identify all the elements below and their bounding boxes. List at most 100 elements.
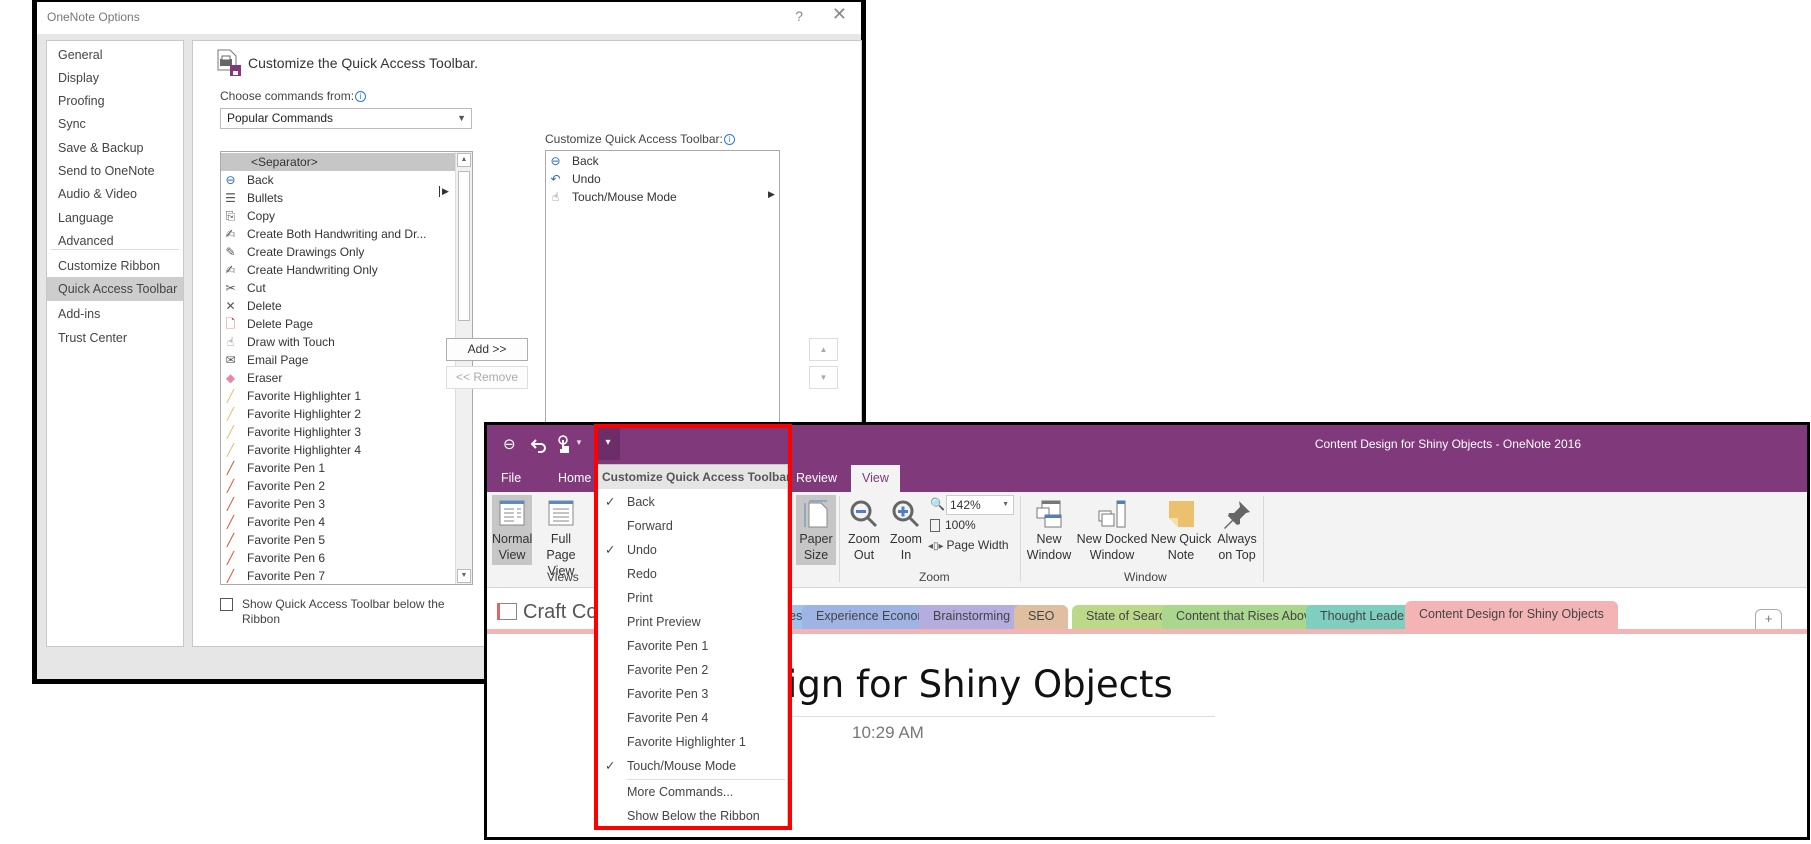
zoom-in-icon <box>892 500 920 528</box>
touch-mouse-mode-icon[interactable] <box>557 435 571 455</box>
command-list-item[interactable]: ✂ Cut <box>221 279 455 297</box>
command-list-item[interactable]: ⊖ Back <box>221 171 455 189</box>
paper-size-button[interactable]: Paper Size <box>796 495 836 565</box>
command-list-item[interactable]: ╱ Favorite Highlighter 1 <box>221 387 455 405</box>
quick-note-icon <box>1169 501 1194 527</box>
command-list-item[interactable]: ╱ Favorite Highlighter 2 <box>221 405 455 423</box>
command-list-item[interactable]: ✉ Email Page <box>221 351 455 369</box>
page-title[interactable]: esign for Shiny Objects <box>745 663 1173 706</box>
tab-view[interactable]: View <box>851 465 900 492</box>
command-list-item[interactable]: ╱ Favorite Pen 5 <box>221 531 455 549</box>
qat-item-label: Undo <box>572 172 601 186</box>
page-width-button[interactable]: ◂▯▸ Page Width <box>928 538 1009 552</box>
new-quick-note-button[interactable]: New Quick Note <box>1149 495 1213 565</box>
nav-item-sync[interactable]: Sync <box>47 112 183 136</box>
nav-item-trust-center[interactable]: Trust Center <box>47 326 183 350</box>
command-list-item[interactable]: ☝ Draw with Touch <box>221 333 455 351</box>
command-list-item[interactable]: ✎ Create Drawings Only <box>221 243 455 261</box>
command-list-item[interactable]: ⎘ Copy <box>221 207 455 225</box>
nav-item-audio-video[interactable]: Audio & Video <box>47 182 183 206</box>
command-list-item[interactable]: ☰ Bullets <box>221 189 455 207</box>
submenu-arrow-icon: ▶ <box>768 189 775 199</box>
scroll-thumb[interactable] <box>458 171 470 321</box>
notebook-icon <box>497 603 517 620</box>
notebook-selector[interactable]: Craft Co <box>497 601 597 624</box>
full-page-view-button[interactable]: Full Page View <box>535 495 587 578</box>
show-below-ribbon-checkbox[interactable] <box>220 598 233 611</box>
command-list-item[interactable]: 🗋 Delete Page <box>221 315 455 333</box>
section-tab[interactable]: Content Design for Shiny Objects <box>1405 601 1618 629</box>
choose-commands-dropdown[interactable]: Popular Commands ▼ <box>220 108 472 129</box>
zoom-in-label-2: In <box>900 548 912 562</box>
command-list-item[interactable]: ╱ Favorite Pen 6 <box>221 549 455 567</box>
qat-list-item[interactable]: ↶ Undo <box>546 170 776 188</box>
group-divider <box>1263 496 1264 582</box>
tab-file[interactable]: File <box>501 471 521 485</box>
nav-item-proofing[interactable]: Proofing <box>47 89 183 113</box>
command-list-item[interactable]: ✕ Delete <box>221 297 455 315</box>
nav-item-display[interactable]: Display <box>47 66 183 90</box>
command-list-item[interactable]: ╱ Favorite Highlighter 3 <box>221 423 455 441</box>
tab-home[interactable]: Home <box>558 471 591 485</box>
command-label: Eraser <box>247 371 283 385</box>
nav-item-save-backup[interactable]: Save & Backup <box>47 136 183 160</box>
zoom-group-label: Zoom <box>919 570 950 584</box>
nav-item-send-to-onenote[interactable]: Send to OneNote <box>47 159 183 183</box>
help-button[interactable]: ? <box>795 8 803 24</box>
highlighter-icon: ╱ <box>226 407 235 421</box>
command-label: Delete <box>247 299 282 313</box>
command-label: Favorite Highlighter 4 <box>247 443 362 457</box>
command-list-item[interactable]: ◆ Eraser <box>221 369 455 387</box>
back-icon[interactable]: ⊖ <box>503 435 516 453</box>
qat-list-item[interactable]: ⊖ Back <box>546 152 776 170</box>
scroll-up-button[interactable]: ▲ <box>457 153 471 167</box>
tab-review[interactable]: Review <box>796 471 837 485</box>
nav-item-customize-ribbon[interactable]: Customize Ribbon <box>47 254 183 278</box>
move-down-button[interactable]: ▼ <box>809 366 838 389</box>
command-label: <Separator> <box>251 155 318 169</box>
qat-list-label-text: Customize Quick Access Toolbar: <box>545 132 723 146</box>
zoom-100-button[interactable]: 100% <box>930 518 976 533</box>
undo-icon[interactable] <box>531 437 547 453</box>
command-label: Favorite Highlighter 1 <box>247 389 362 403</box>
normal-view-button[interactable]: Normal View <box>492 495 532 565</box>
new-docked-window-button[interactable]: New Docked Window <box>1076 495 1148 565</box>
chevron-down-icon[interactable]: ▼ <box>575 438 583 447</box>
command-label: Favorite Pen 1 <box>247 461 326 475</box>
command-list-item[interactable]: ✍ Create Handwriting Only <box>221 261 455 279</box>
command-list-item[interactable]: ✍ Create Both Handwriting and Dr... <box>221 225 455 243</box>
nav-item-language[interactable]: Language <box>47 206 183 230</box>
add-section-button[interactable]: + <box>1755 609 1783 629</box>
zoom-level-combo[interactable]: 142% ▼ <box>946 495 1014 515</box>
command-list-item[interactable]: ╱ Favorite Pen 4 <box>221 513 455 531</box>
nav-item-add-ins[interactable]: Add-ins <box>47 302 183 326</box>
close-button[interactable]: ✕ <box>832 4 847 25</box>
section-tab[interactable]: SEO <box>1014 605 1069 629</box>
zoom-out-button[interactable]: Zoom Out <box>844 495 884 565</box>
command-list-item[interactable]: <Separator> <box>221 153 455 171</box>
add-button[interactable]: Add >> <box>446 338 528 361</box>
qat-list-item[interactable]: ☝ Touch/Mouse Mode <box>546 188 776 206</box>
page-time: 10:29 AM <box>852 723 924 742</box>
command-list-item[interactable]: ╱ Favorite Pen 1 <box>221 459 455 477</box>
window-title: Content Design for Shiny Objects - OneNo… <box>1314 437 1581 451</box>
delete-page-icon: 🗋 <box>225 317 236 331</box>
command-list-item[interactable]: ╱ Favorite Highlighter 4 <box>221 441 455 459</box>
commands-listbox[interactable]: <Separator> ⊖ Back ☰ Bullets ⎘ Copy ✍ Create Bot… <box>220 151 473 585</box>
command-list-item[interactable]: ╱ Favorite Pen 7 <box>221 567 455 584</box>
command-label: Favorite Pen 7 <box>247 569 326 583</box>
scroll-down-button[interactable]: ▼ <box>457 569 471 583</box>
nav-item-general[interactable]: General <box>47 43 183 67</box>
pen-icon: ╱ <box>226 569 235 583</box>
new-window-button[interactable]: New Window <box>1024 495 1074 565</box>
command-list-item[interactable]: ╱ Favorite Pen 2 <box>221 477 455 495</box>
section-tab[interactable]: Brainstorming <box>919 605 1025 629</box>
nav-item-quick-access-toolbar[interactable]: Quick Access Toolbar <box>47 277 183 301</box>
command-label: Copy <box>247 209 276 223</box>
move-up-button[interactable]: ▲ <box>809 338 838 361</box>
zoom-in-button[interactable]: Zoom In <box>886 495 926 565</box>
always-on-top-label-1: Always <box>1217 532 1257 546</box>
always-on-top-button[interactable]: Always on Top <box>1214 495 1260 565</box>
remove-button[interactable]: << Remove <box>446 366 528 389</box>
command-list-item[interactable]: ╱ Favorite Pen 3 <box>221 495 455 513</box>
